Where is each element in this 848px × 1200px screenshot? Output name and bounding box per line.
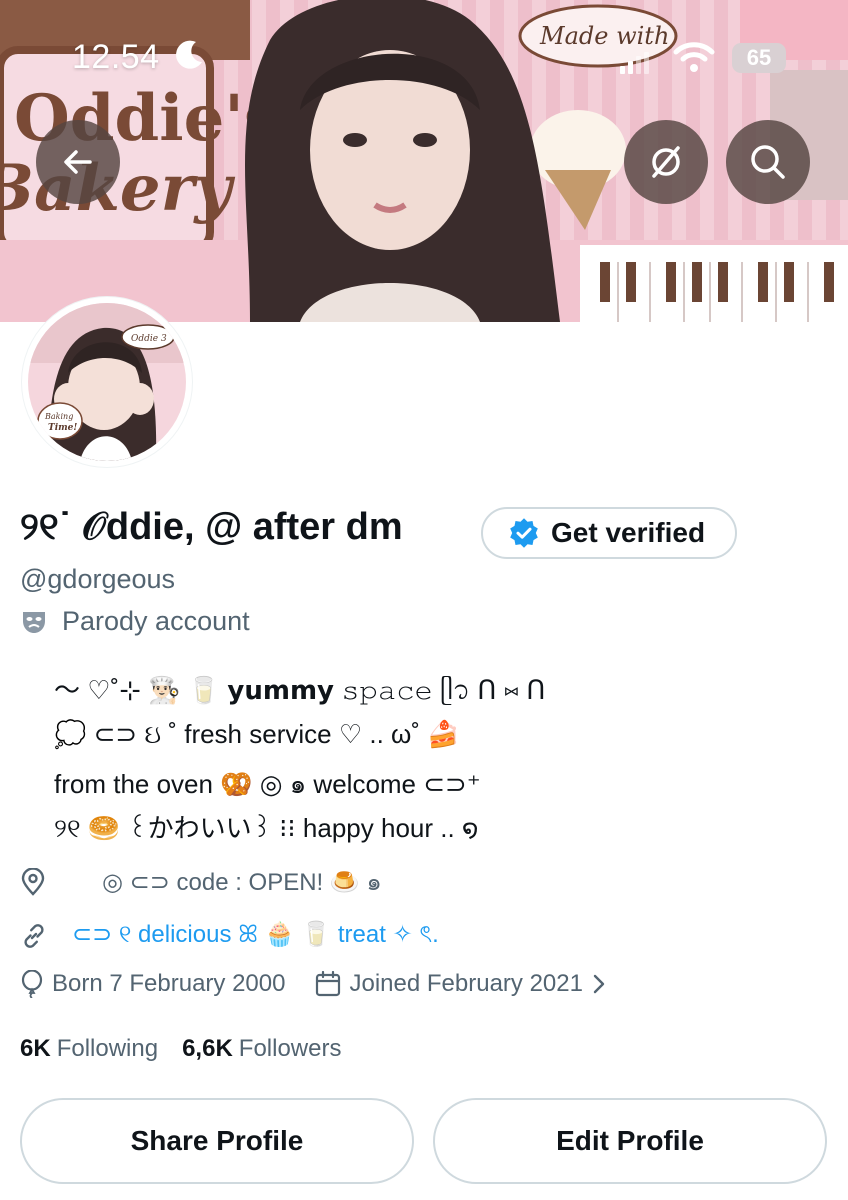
- bio-line: from the oven 🥨 ◎ ๑ welcome ⊂⊃⁺: [54, 769, 481, 799]
- following-label: Following: [56, 1035, 159, 1062]
- unfollow-button[interactable]: [624, 120, 708, 204]
- profile-website[interactable]: ⊂⊃ ୧ delicious ꕤ 🧁 🥛 treat ✧ ৎ.: [20, 916, 439, 956]
- parody-mask-icon: [23, 611, 45, 633]
- profile-avatar[interactable]: Oddie 3 Baking Time!: [22, 297, 192, 467]
- profile-handle: @gdorgeous: [20, 564, 176, 594]
- battery-indicator: 65: [732, 43, 786, 73]
- avatar-badge-text-1: Baking: [44, 412, 73, 421]
- share-profile-button[interactable]: Share Profile: [20, 1098, 414, 1184]
- following-stat[interactable]: 6K Following: [20, 1035, 158, 1063]
- status-bar: 12.54 65: [0, 0, 848, 100]
- link-icon: [24, 924, 44, 948]
- followers-count: 6,6K: [182, 1035, 233, 1062]
- signal-icon: [620, 52, 649, 74]
- moon-icon: [176, 40, 202, 69]
- chevron-right-icon: [593, 974, 605, 994]
- following-count: 6K: [20, 1035, 51, 1062]
- follow-stats: 6K Following 6,6K Followers: [20, 1035, 341, 1063]
- search-button[interactable]: [726, 120, 810, 204]
- birthday-text: Born 7 February 2000: [52, 970, 286, 997]
- birthday-balloon-icon: [21, 970, 43, 998]
- joined-row[interactable]: Joined February 2021: [315, 970, 606, 998]
- bio-line: 〜 ♡˚⊹ 👨🏻‍🍳 🥛 𝘆𝘂𝗺𝗺𝘆 𝚜𝚙𝚊𝚌𝚎 ᥫ᭡ ᑎ ⑅ ᑎ: [54, 675, 546, 705]
- get-verified-button[interactable]: Get verified: [481, 507, 737, 559]
- birthday-row: Born 7 February 2000: [20, 970, 285, 998]
- profile-dates: Born 7 February 2000 Joined February 202…: [20, 970, 607, 998]
- profile-banner[interactable]: Oddie's Bakery Made with 12.54 65: [0, 0, 848, 322]
- parody-label-row: Parody account: [20, 606, 250, 637]
- edit-profile-button[interactable]: Edit Profile: [433, 1098, 827, 1184]
- search-icon: [751, 145, 785, 179]
- followers-label: Followers: [238, 1035, 342, 1062]
- get-verified-label: Get verified: [551, 517, 706, 548]
- avatar-badge-text-2: Time!: [48, 423, 77, 433]
- back-arrow-icon: [64, 150, 92, 174]
- joined-text: Joined February 2021: [349, 970, 583, 997]
- bio-line: 💭 ⊂⊃ ઇ ˚ fresh service ♡ .. ω˚ 🍰: [54, 719, 460, 749]
- profile-bio: 〜 ♡˚⊹ 👨🏻‍🍳 🥛 𝘆𝘂𝗺𝗺𝘆 𝚜𝚙𝚊𝚌𝚎 ᥫ᭡ ᑎ ⑅ ᑎ 💭 ⊂⊃ ઇ…: [54, 668, 814, 850]
- unfollow-icon: [652, 146, 680, 178]
- location-text: ◎ ⊂⊃ code : OPEN! 🍮 ๑: [102, 869, 382, 896]
- parody-account-label: Parody account: [62, 606, 250, 636]
- bio-line: ୨୧ 🥯 ꒰かわいい꒱ ⁝⁝ happy hour .. ໑: [54, 813, 479, 843]
- website-link[interactable]: ⊂⊃ ୧ delicious ꕤ 🧁 🥛 treat ✧ ৎ.: [72, 916, 439, 956]
- location-pin-icon: [21, 867, 45, 896]
- avatar-image: Oddie 3 Baking Time!: [28, 303, 186, 461]
- status-time: 12.54: [72, 38, 160, 76]
- back-button[interactable]: [36, 120, 120, 204]
- display-name: ୨୧˙ 𝒪ddie, @ after dm: [20, 506, 403, 548]
- followers-stat[interactable]: 6,6K Followers: [182, 1035, 341, 1063]
- calendar-icon: [316, 971, 341, 997]
- avatar-bubble-text: Oddie 3: [131, 334, 167, 344]
- profile-location: ◎ ⊂⊃ code : OPEN! 🍮 ๑: [20, 862, 382, 901]
- verified-badge-icon: [510, 518, 538, 548]
- wifi-icon: [673, 42, 715, 72]
